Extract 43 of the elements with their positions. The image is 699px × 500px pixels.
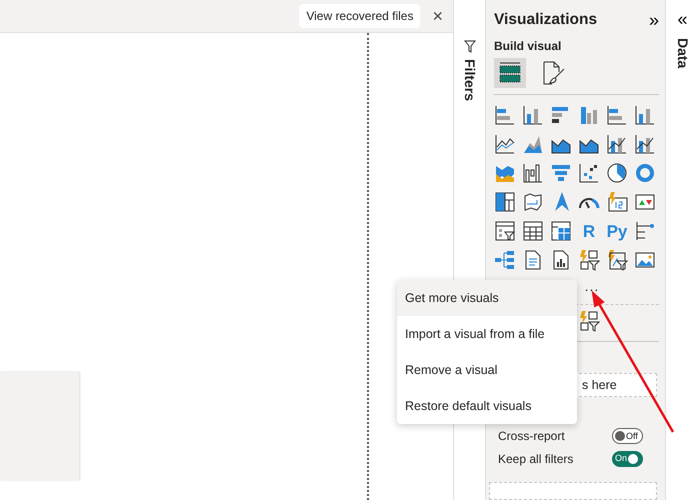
- qa-visual-icon[interactable]: [578, 249, 600, 272]
- filter-icon[interactable]: [464, 40, 476, 53]
- line-chart-icon[interactable]: [494, 133, 516, 156]
- table-icon[interactable]: [522, 220, 544, 242]
- expand-button[interactable]: «: [671, 10, 694, 28]
- toggle-label: Keep all filters: [498, 450, 574, 468]
- clustered-column-chart-icon[interactable]: [578, 104, 600, 126]
- stacked-column-chart-icon[interactable]: [522, 104, 544, 126]
- toggle-switch[interactable]: On: [612, 450, 643, 467]
- map-icon[interactable]: [522, 191, 544, 214]
- pie-chart-icon[interactable]: [606, 162, 628, 184]
- data-pane-title[interactable]: Data: [672, 38, 693, 68]
- filters-pane-title[interactable]: Filters: [459, 59, 480, 102]
- build-visual-icon[interactable]: [494, 58, 526, 88]
- smart-narrative-icon[interactable]: [606, 249, 628, 272]
- collapse-button[interactable]: »: [642, 10, 665, 29]
- stacked-bar-chart-icon[interactable]: [494, 104, 516, 126]
- pane-title: Visualizations: [494, 10, 598, 30]
- menu-item[interactable]: Restore default visuals: [397, 388, 577, 424]
- toggle-switch[interactable]: Off: [612, 428, 643, 444]
- menu-item[interactable]: Remove a visual: [397, 352, 577, 388]
- scatter-chart-icon[interactable]: [578, 162, 600, 184]
- donut-chart-icon[interactable]: [634, 162, 656, 184]
- toggle-label: Cross-report: [498, 428, 565, 446]
- combo-chart-icon[interactable]: [606, 133, 628, 156]
- bar-chart-icon[interactable]: [606, 104, 628, 126]
- qa-visual-icon[interactable]: [578, 310, 600, 332]
- waterfall-chart-icon[interactable]: [522, 162, 544, 184]
- treemap-icon[interactable]: [494, 191, 516, 214]
- more-button[interactable]: ...: [579, 279, 605, 294]
- key-influencers-icon[interactable]: [634, 220, 656, 242]
- menu-item[interactable]: Get more visuals: [397, 280, 577, 316]
- section-label: Build visual: [494, 38, 562, 56]
- menu-item[interactable]: Import a visual from a file: [397, 316, 577, 352]
- view-recovered-files-button[interactable]: View recovered files: [299, 4, 420, 28]
- combo-chart-icon[interactable]: [634, 133, 656, 156]
- decomposition-tree-icon[interactable]: [494, 249, 516, 272]
- slicer-icon[interactable]: [494, 220, 516, 242]
- drop-field[interactable]: [489, 482, 657, 500]
- matrix-icon[interactable]: [550, 220, 572, 242]
- close-button[interactable]: ×: [432, 7, 443, 25]
- card-icon[interactable]: [606, 191, 628, 214]
- column-chart-icon[interactable]: [634, 104, 656, 126]
